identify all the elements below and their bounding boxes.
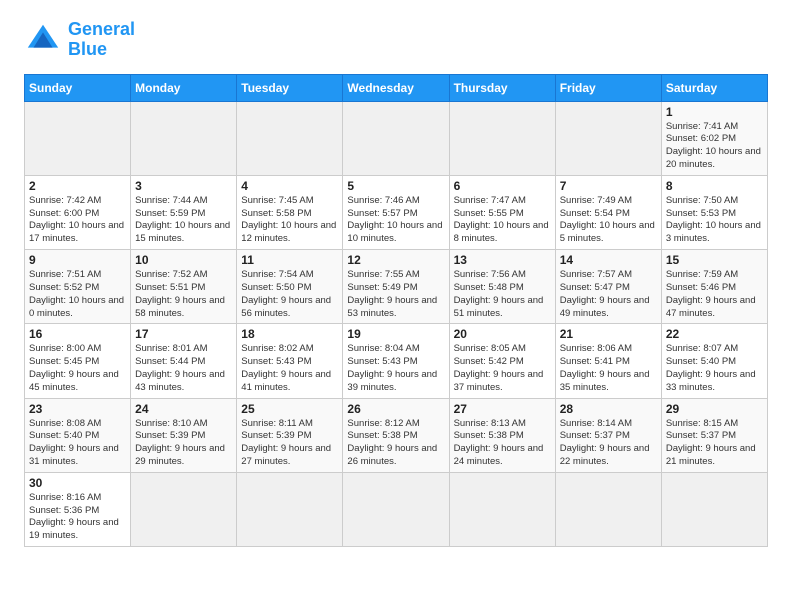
- page: General Blue Sunday Monday Tuesday Wedne…: [0, 0, 792, 563]
- calendar-row: 2Sunrise: 7:42 AMSunset: 6:00 PMDaylight…: [25, 175, 768, 249]
- day-cell-15: 15Sunrise: 7:59 AMSunset: 5:46 PMDayligh…: [661, 250, 767, 324]
- day-cell-29: 29Sunrise: 8:15 AMSunset: 5:37 PMDayligh…: [661, 398, 767, 472]
- header-monday: Monday: [131, 74, 237, 101]
- day-cell-28: 28Sunrise: 8:14 AMSunset: 5:37 PMDayligh…: [555, 398, 661, 472]
- day-cell-10: 10Sunrise: 7:52 AMSunset: 5:51 PMDayligh…: [131, 250, 237, 324]
- day-cell-1: 1Sunrise: 7:41 AMSunset: 6:02 PMDaylight…: [661, 101, 767, 175]
- header-tuesday: Tuesday: [237, 74, 343, 101]
- day-cell-8: 8Sunrise: 7:50 AMSunset: 5:53 PMDaylight…: [661, 175, 767, 249]
- day-cell-6: 6Sunrise: 7:47 AMSunset: 5:55 PMDaylight…: [449, 175, 555, 249]
- empty-cell: [449, 472, 555, 546]
- day-cell-20: 20Sunrise: 8:05 AMSunset: 5:42 PMDayligh…: [449, 324, 555, 398]
- calendar-row: 23Sunrise: 8:08 AMSunset: 5:40 PMDayligh…: [25, 398, 768, 472]
- weekday-header-row: Sunday Monday Tuesday Wednesday Thursday…: [25, 74, 768, 101]
- empty-cell: [131, 472, 237, 546]
- empty-cell: [237, 472, 343, 546]
- day-cell-11: 11Sunrise: 7:54 AMSunset: 5:50 PMDayligh…: [237, 250, 343, 324]
- empty-cell: [555, 472, 661, 546]
- day-cell-5: 5Sunrise: 7:46 AMSunset: 5:57 PMDaylight…: [343, 175, 449, 249]
- empty-cell: [25, 101, 131, 175]
- day-cell-17: 17Sunrise: 8:01 AMSunset: 5:44 PMDayligh…: [131, 324, 237, 398]
- header-thursday: Thursday: [449, 74, 555, 101]
- day-cell-16: 16Sunrise: 8:00 AMSunset: 5:45 PMDayligh…: [25, 324, 131, 398]
- day-cell-2: 2Sunrise: 7:42 AMSunset: 6:00 PMDaylight…: [25, 175, 131, 249]
- calendar-row: 30Sunrise: 8:16 AMSunset: 5:36 PMDayligh…: [25, 472, 768, 546]
- day-cell-18: 18Sunrise: 8:02 AMSunset: 5:43 PMDayligh…: [237, 324, 343, 398]
- calendar-row: 9Sunrise: 7:51 AMSunset: 5:52 PMDaylight…: [25, 250, 768, 324]
- calendar: Sunday Monday Tuesday Wednesday Thursday…: [24, 74, 768, 548]
- day-cell-7: 7Sunrise: 7:49 AMSunset: 5:54 PMDaylight…: [555, 175, 661, 249]
- day-cell-13: 13Sunrise: 7:56 AMSunset: 5:48 PMDayligh…: [449, 250, 555, 324]
- logo-icon: [24, 21, 62, 59]
- header-friday: Friday: [555, 74, 661, 101]
- day-cell-26: 26Sunrise: 8:12 AMSunset: 5:38 PMDayligh…: [343, 398, 449, 472]
- day-cell-22: 22Sunrise: 8:07 AMSunset: 5:40 PMDayligh…: [661, 324, 767, 398]
- day-cell-27: 27Sunrise: 8:13 AMSunset: 5:38 PMDayligh…: [449, 398, 555, 472]
- day-cell-21: 21Sunrise: 8:06 AMSunset: 5:41 PMDayligh…: [555, 324, 661, 398]
- empty-cell: [343, 101, 449, 175]
- calendar-row: 16Sunrise: 8:00 AMSunset: 5:45 PMDayligh…: [25, 324, 768, 398]
- logo-general: General: [68, 19, 135, 39]
- day-cell-23: 23Sunrise: 8:08 AMSunset: 5:40 PMDayligh…: [25, 398, 131, 472]
- day-cell-12: 12Sunrise: 7:55 AMSunset: 5:49 PMDayligh…: [343, 250, 449, 324]
- empty-cell: [237, 101, 343, 175]
- day-cell-19: 19Sunrise: 8:04 AMSunset: 5:43 PMDayligh…: [343, 324, 449, 398]
- day-cell-30: 30Sunrise: 8:16 AMSunset: 5:36 PMDayligh…: [25, 472, 131, 546]
- empty-cell: [449, 101, 555, 175]
- day-cell-24: 24Sunrise: 8:10 AMSunset: 5:39 PMDayligh…: [131, 398, 237, 472]
- day-cell-3: 3Sunrise: 7:44 AMSunset: 5:59 PMDaylight…: [131, 175, 237, 249]
- header-wednesday: Wednesday: [343, 74, 449, 101]
- empty-cell: [661, 472, 767, 546]
- day-cell-9: 9Sunrise: 7:51 AMSunset: 5:52 PMDaylight…: [25, 250, 131, 324]
- calendar-row: 1Sunrise: 7:41 AMSunset: 6:02 PMDaylight…: [25, 101, 768, 175]
- empty-cell: [131, 101, 237, 175]
- logo: General Blue: [24, 20, 135, 60]
- header-saturday: Saturday: [661, 74, 767, 101]
- empty-cell: [555, 101, 661, 175]
- day-cell-14: 14Sunrise: 7:57 AMSunset: 5:47 PMDayligh…: [555, 250, 661, 324]
- day-cell-25: 25Sunrise: 8:11 AMSunset: 5:39 PMDayligh…: [237, 398, 343, 472]
- header: General Blue: [24, 20, 768, 60]
- logo-text: General Blue: [68, 20, 135, 60]
- header-sunday: Sunday: [25, 74, 131, 101]
- empty-cell: [343, 472, 449, 546]
- logo-blue: Blue: [68, 39, 107, 59]
- day-cell-4: 4Sunrise: 7:45 AMSunset: 5:58 PMDaylight…: [237, 175, 343, 249]
